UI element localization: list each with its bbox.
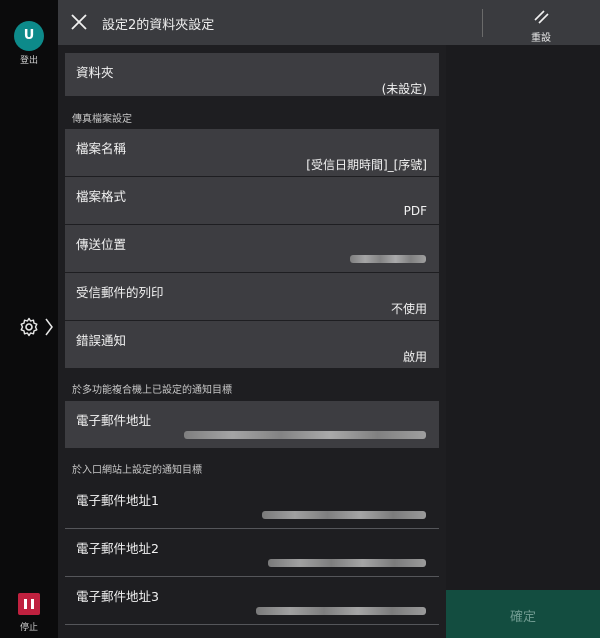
portal-email-row-3[interactable]: 電子郵件地址3 bbox=[65, 577, 439, 624]
fax-section-heading: 傳真檔案設定 bbox=[72, 114, 132, 125]
error-notification-value: 啟用 bbox=[402, 350, 427, 364]
logout-label[interactable]: 登出 bbox=[0, 53, 58, 66]
reset-button[interactable]: 重設 bbox=[518, 29, 564, 44]
folder-label: 資料夾 bbox=[76, 65, 114, 80]
header-divider bbox=[482, 9, 483, 37]
portal-email-3-redacted-value bbox=[256, 607, 426, 615]
pause-bar-icon bbox=[31, 599, 34, 609]
chevron-right-icon[interactable] bbox=[44, 318, 54, 336]
folder-value: (未設定) bbox=[381, 82, 427, 96]
user-avatar[interactable]: U bbox=[14, 21, 44, 51]
device-email-row[interactable]: 電子郵件地址 bbox=[65, 401, 439, 448]
send-location-redacted-value bbox=[350, 255, 426, 263]
confirm-button[interactable]: 確定 bbox=[446, 590, 600, 638]
device-email-redacted-value bbox=[184, 431, 426, 439]
file-format-row[interactable]: 檔案格式 PDF bbox=[65, 177, 439, 224]
error-notification-row[interactable]: 錯誤通知 啟用 bbox=[65, 321, 439, 368]
send-location-row[interactable]: 傳送位置 bbox=[65, 225, 439, 272]
reset-icon[interactable] bbox=[532, 8, 550, 26]
file-format-label: 檔案格式 bbox=[76, 189, 127, 204]
file-name-row[interactable]: 檔案名稱 [受信日期時間]_[序號] bbox=[65, 129, 439, 176]
portal-email-1-label: 電子郵件地址1 bbox=[76, 493, 159, 508]
settings-gear-icon[interactable] bbox=[19, 317, 39, 337]
file-name-label: 檔案名稱 bbox=[76, 141, 127, 156]
header-bar: 設定2的資料夾設定 重設 bbox=[58, 0, 600, 45]
device-email-label: 電子郵件地址 bbox=[76, 413, 152, 428]
portal-email-2-label: 電子郵件地址2 bbox=[76, 541, 159, 556]
close-icon[interactable] bbox=[70, 13, 88, 31]
portal-email-row-2[interactable]: 電子郵件地址2 bbox=[65, 529, 439, 576]
file-name-value: [受信日期時間]_[序號] bbox=[306, 158, 427, 172]
portal-section-heading: 於入口網站上設定的通知目標 bbox=[72, 465, 202, 476]
pause-bar-icon bbox=[24, 599, 27, 609]
send-location-label: 傳送位置 bbox=[76, 237, 127, 252]
file-format-value: PDF bbox=[403, 204, 427, 218]
page-title: 設定2的資料夾設定 bbox=[102, 18, 215, 33]
portal-email-row-1[interactable]: 電子郵件地址1 bbox=[65, 481, 439, 528]
right-empty-area bbox=[446, 45, 600, 638]
portal-email-1-redacted-value bbox=[262, 511, 426, 519]
confirm-label: 確定 bbox=[509, 610, 536, 625]
received-mail-print-value: 不使用 bbox=[390, 302, 427, 316]
left-rail: U 登出 停止 bbox=[0, 0, 58, 638]
row-divider bbox=[65, 624, 439, 625]
received-mail-print-row[interactable]: 受信郵件的列印 不使用 bbox=[65, 273, 439, 320]
device-section-heading: 於多功能複合機上已設定的通知目標 bbox=[72, 385, 232, 396]
error-notification-label: 錯誤通知 bbox=[76, 333, 127, 348]
stop-label: 停止 bbox=[19, 623, 38, 633]
portal-email-3-label: 電子郵件地址3 bbox=[76, 589, 159, 604]
received-mail-print-label: 受信郵件的列印 bbox=[76, 285, 164, 300]
folder-row[interactable]: 資料夾 (未設定) bbox=[65, 53, 439, 96]
settings-panel: 資料夾 (未設定) 傳真檔案設定 檔案名稱 [受信日期時間]_[序號] 檔案格式… bbox=[58, 45, 446, 638]
portal-email-2-redacted-value bbox=[268, 559, 426, 567]
stop-button[interactable] bbox=[18, 593, 40, 615]
